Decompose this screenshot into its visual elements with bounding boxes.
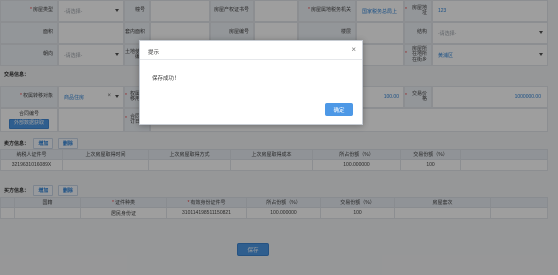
- dialog-message: 保存成功！: [152, 76, 180, 82]
- close-icon[interactable]: ×: [351, 45, 356, 54]
- ok-button[interactable]: 确定: [325, 103, 353, 116]
- alert-dialog: 提示 × 保存成功！ 确定: [139, 40, 363, 125]
- divider: [140, 59, 362, 60]
- dialog-title: 提示: [148, 50, 160, 56]
